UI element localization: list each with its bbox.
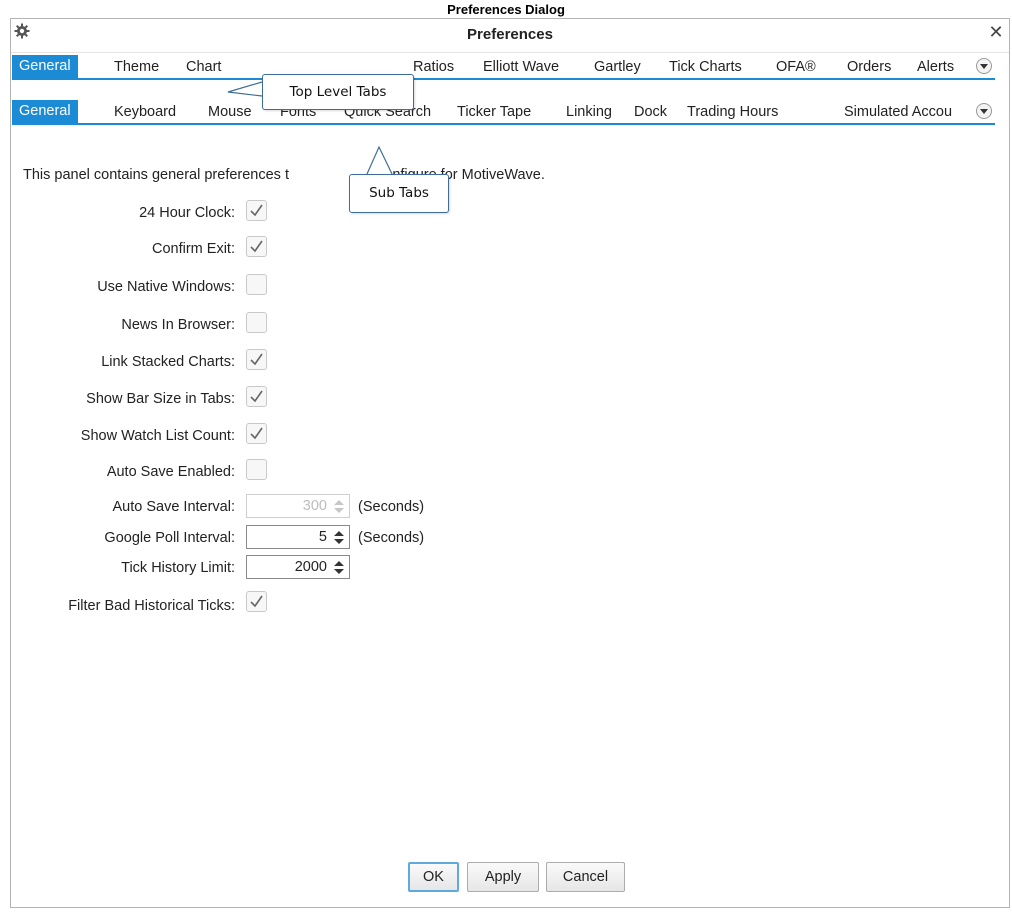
panel-description-text: This panel contains general preferences … <box>23 167 289 183</box>
subtab-ticker-tape[interactable]: Ticker Tape <box>455 102 533 122</box>
subtab-linking[interactable]: Linking <box>564 102 614 122</box>
checkbox-filter-bad-historical-ticks[interactable] <box>246 591 267 612</box>
tab-tick-charts[interactable]: Tick Charts <box>667 57 744 77</box>
tab-elliott-wave[interactable]: Elliott Wave <box>481 57 561 77</box>
checkbox-24-hour-clock[interactable] <box>246 200 267 221</box>
check-icon <box>250 240 263 253</box>
tab-ratios[interactable]: Ratios <box>411 57 456 77</box>
apply-button[interactable]: Apply <box>467 862 539 892</box>
label-show-bar-size-in-tabs: Show Bar Size in Tabs: <box>86 391 235 407</box>
check-icon <box>250 390 263 403</box>
panel-description: This panel contains general preferences … <box>23 167 545 183</box>
checkbox-confirm-exit[interactable] <box>246 236 267 257</box>
checkbox-news-in-browser[interactable] <box>246 312 267 333</box>
auto-save-interval-stepper[interactable]: 300 <box>246 494 350 518</box>
checkbox-show-watch-list-count[interactable] <box>246 423 267 444</box>
checkbox-show-bar-size-in-tabs[interactable] <box>246 386 267 407</box>
auto-save-interval-unit: (Seconds) <box>358 499 425 515</box>
callout-sub-tabs: Sub Tabs <box>349 174 449 213</box>
tick-history-limit-stepper[interactable]: 2000 <box>246 555 350 579</box>
subtab-keyboard[interactable]: Keyboard <box>112 102 178 122</box>
top-level-tabs: General Theme Chart Ratios Elliott Wave … <box>12 55 995 80</box>
label-tick-history-limit: Tick History Limit: <box>121 560 235 576</box>
close-icon[interactable]: ✕ <box>987 23 1005 41</box>
label-filter-bad-historical-ticks: Filter Bad Historical Ticks: <box>68 598 235 614</box>
dialog-title: Preferences <box>467 26 553 43</box>
check-icon <box>250 427 263 440</box>
callout-top-level-tabs: Top Level Tabs <box>262 74 414 110</box>
spinner-arrows-icon[interactable] <box>333 560 345 575</box>
subtab-trading-hours[interactable]: Trading Hours <box>685 102 780 122</box>
label-auto-save-interval: Auto Save Interval: <box>112 499 235 515</box>
chevron-down-icon[interactable] <box>976 103 992 119</box>
tick-history-limit-value: 2000 <box>294 559 327 575</box>
label-news-in-browser: News In Browser: <box>121 317 235 333</box>
label-link-stacked-charts: Link Stacked Charts: <box>101 354 235 370</box>
tab-gartley[interactable]: Gartley <box>592 57 643 77</box>
google-poll-interval-unit: (Seconds) <box>358 530 425 546</box>
spinner-arrows-icon[interactable] <box>333 530 345 545</box>
subtab-simulated-accounts[interactable]: Simulated Accou <box>842 102 976 122</box>
tab-orders[interactable]: Orders <box>845 57 893 77</box>
preferences-dialog: Preferences ✕ <box>10 18 1010 908</box>
check-icon <box>250 204 263 217</box>
sub-tabs: General Keyboard Mouse Fonts Quick Searc… <box>12 100 995 125</box>
chevron-down-icon[interactable] <box>976 58 992 74</box>
page-title: Preferences Dialog <box>447 2 565 17</box>
label-google-poll-interval: Google Poll Interval: <box>104 530 235 546</box>
label-24-hour-clock: 24 Hour Clock: <box>139 205 235 221</box>
checkbox-link-stacked-charts[interactable] <box>246 349 267 370</box>
cancel-button[interactable]: Cancel <box>546 862 625 892</box>
label-confirm-exit: Confirm Exit: <box>152 241 235 257</box>
checkbox-auto-save-enabled[interactable] <box>246 459 267 480</box>
label-show-watch-list-count: Show Watch List Count: <box>80 428 235 444</box>
dialog-titlebar: Preferences ✕ <box>11 19 1009 53</box>
label-use-native-windows: Use Native Windows: <box>97 279 235 295</box>
tab-theme[interactable]: Theme <box>112 57 161 77</box>
auto-save-interval-value: 300 <box>302 498 327 514</box>
tab-general[interactable]: General <box>12 55 78 78</box>
tab-chart[interactable]: Chart <box>184 57 223 77</box>
checkbox-use-native-windows[interactable] <box>246 274 267 295</box>
check-icon <box>250 595 263 608</box>
tab-ofa[interactable]: OFA® <box>774 57 818 77</box>
subtab-mouse[interactable]: Mouse <box>206 102 254 122</box>
check-icon <box>250 353 263 366</box>
spinner-arrows-icon[interactable] <box>333 499 345 514</box>
ok-button[interactable]: OK <box>408 862 459 892</box>
subtab-dock[interactable]: Dock <box>632 102 669 122</box>
label-auto-save-enabled: Auto Save Enabled: <box>106 464 235 480</box>
google-poll-interval-stepper[interactable]: 5 <box>246 525 350 549</box>
tab-alerts[interactable]: Alerts <box>915 57 956 77</box>
google-poll-interval-value: 5 <box>318 529 327 545</box>
subtab-general[interactable]: General <box>12 100 78 123</box>
